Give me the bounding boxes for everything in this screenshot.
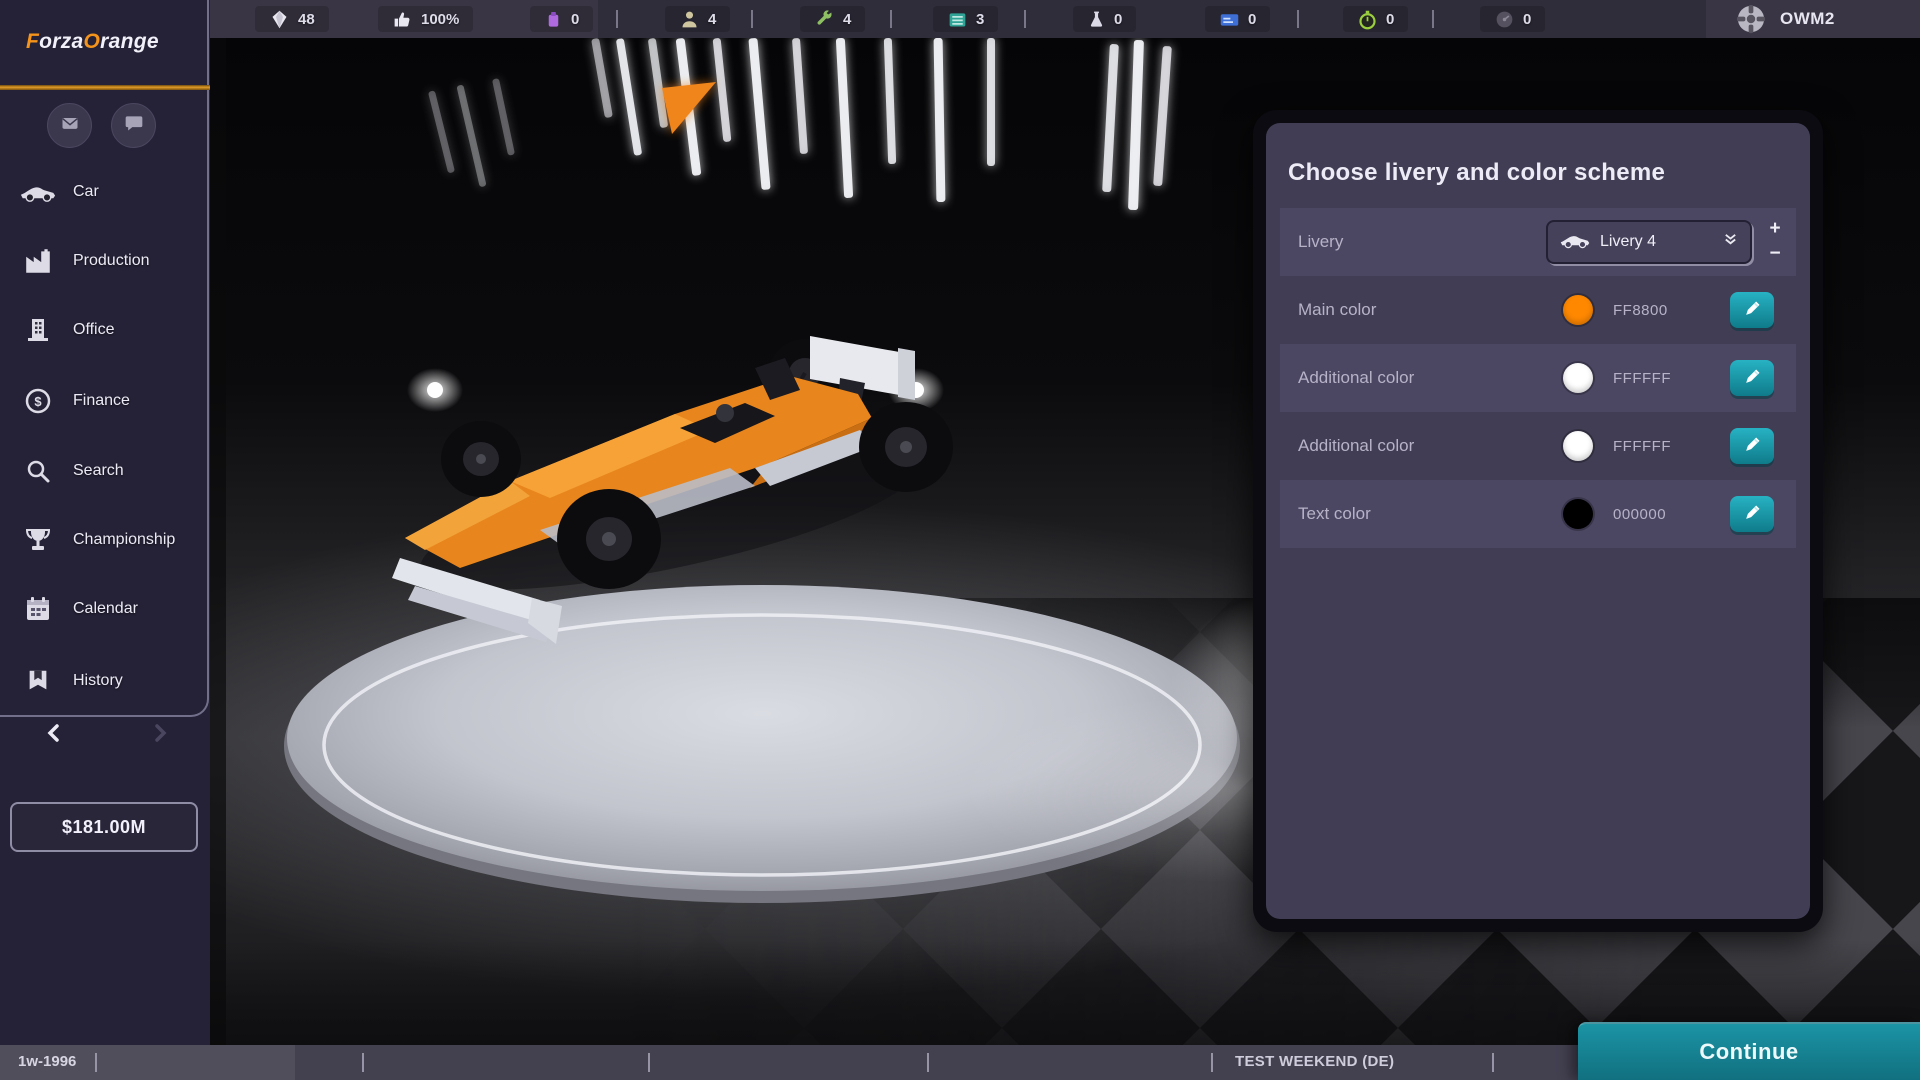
sidebar-item-label: Car [73,183,99,200]
color-hex-value: FFFFFF [1613,437,1671,455]
topbar-divider [1297,10,1299,28]
timeline-divider [95,1053,97,1072]
timeline-divider [362,1053,364,1072]
topbar-divider [890,10,892,28]
color-row: Text color 000000 [1280,480,1796,548]
color-row-label: Additional color [1298,436,1415,455]
color-hex-value: FF8800 [1613,301,1668,319]
color-row: Main color FF8800 [1280,276,1796,344]
color-swatch [1563,363,1593,393]
color-hex-value: FFFFFF [1613,369,1671,387]
sidebar-item[interactable]: $ Finance [0,373,210,429]
car-icon [16,181,60,203]
panel-rows: Livery Livery 4 + − Main color FF8800 Ad… [1280,208,1796,548]
add-livery-button[interactable]: + [1762,218,1788,240]
pencil-icon [1742,299,1762,322]
continue-button[interactable]: Continue [1578,1022,1920,1080]
svg-text:$: $ [34,394,42,409]
chevron-left-icon [46,723,60,747]
sidebar-menu: Car Production Office $ Finance Search C… [0,0,210,1045]
chevron-right-icon [154,723,168,747]
finance-icon: $ [16,387,60,415]
sidebar-item[interactable]: Search [0,443,210,499]
sidebar-item[interactable]: Production [0,233,210,289]
budget-value: $181.00M [61,816,147,837]
timeline-divider [1211,1053,1213,1072]
chevron-double-down-icon [1723,232,1738,252]
game-window: 48 100% 0 4 4 3 0 0 0 0 OWM2 ForzaOrange… [0,0,1920,1080]
remove-livery-button[interactable]: − [1762,243,1788,265]
production-icon [16,246,60,276]
calendar-icon [16,595,60,623]
color-row-label: Main color [1298,300,1377,319]
livery-panel-frame: Choose livery and color scheme Livery Li… [1253,110,1823,932]
color-row: Additional color FFFFFF [1280,344,1796,412]
sidebar-item-label: Production [73,252,150,269]
color-swatch [1563,295,1593,325]
livery-dropdown-value: Livery 4 [1600,233,1657,250]
topbar-divider [1024,10,1026,28]
sidebar-item-label: Championship [73,531,176,548]
sidebar-item-label: Calendar [73,600,138,617]
search-icon [16,457,60,485]
color-row-label: Text color [1298,504,1371,523]
sidebar-item[interactable]: Office [0,302,210,358]
sidebar-item[interactable]: History [0,653,210,709]
livery-car-icon [1560,231,1590,254]
livery-dropdown[interactable]: Livery 4 [1546,220,1752,264]
pencil-icon [1742,503,1762,526]
color-row: Additional color FFFFFF [1280,412,1796,480]
office-icon [16,316,60,344]
sidebar-item-label: Finance [73,392,130,409]
budget-display: $181.00M [10,802,198,852]
current-week-cell: 1w-1996 [0,1045,295,1080]
sidebar-item-label: Search [73,462,124,479]
timeline-divider [927,1053,929,1072]
color-swatch [1563,431,1593,461]
topbar: 48 100% 0 4 4 3 0 0 0 0 OWM2 [210,0,1920,38]
panel-title: Choose livery and color scheme [1288,159,1666,186]
sidebar-item-label: Office [73,321,115,338]
sidebar-prev-arrow[interactable] [40,722,66,748]
history-icon [16,668,60,694]
timeline-divider [648,1053,650,1072]
color-swatch [1563,499,1593,529]
team-badge[interactable]: OWM2 [1726,0,1845,38]
livery-row: Livery Livery 4 + − [1280,208,1796,276]
timeline-divider [1492,1053,1494,1072]
team-name: OWM2 [1780,9,1835,28]
pencil-icon [1742,435,1762,458]
event-label: TEST WEEKEND (DE) [1235,1053,1395,1070]
edit-color-button[interactable] [1730,428,1774,464]
livery-label: Livery [1298,232,1344,251]
color-hex-value: 000000 [1613,505,1667,523]
edit-color-button[interactable] [1730,496,1774,532]
topbar-divider [1432,10,1434,28]
owm2-logo-icon [1736,4,1766,34]
topbar-divider [616,10,618,28]
sidebar: ForzaOrange Car Production Office $ Fina… [0,0,210,1045]
sidebar-item-label: History [73,672,123,689]
current-week-label: 1w-1996 [18,1053,77,1070]
edit-color-button[interactable] [1730,360,1774,396]
sidebar-next-arrow[interactable] [148,722,174,748]
topbar-dividers [210,0,1920,38]
sidebar-item[interactable]: Calendar [0,581,210,637]
championship-icon [16,526,60,554]
livery-panel: Choose livery and color scheme Livery Li… [1266,123,1810,919]
color-row-label: Additional color [1298,368,1415,387]
pencil-icon [1742,367,1762,390]
topbar-divider [751,10,753,28]
color-rows: Main color FF8800 Additional color FFFFF… [1280,276,1796,548]
sidebar-item[interactable]: Car [0,164,210,220]
sidebar-item[interactable]: Championship [0,512,210,568]
edit-color-button[interactable] [1730,292,1774,328]
